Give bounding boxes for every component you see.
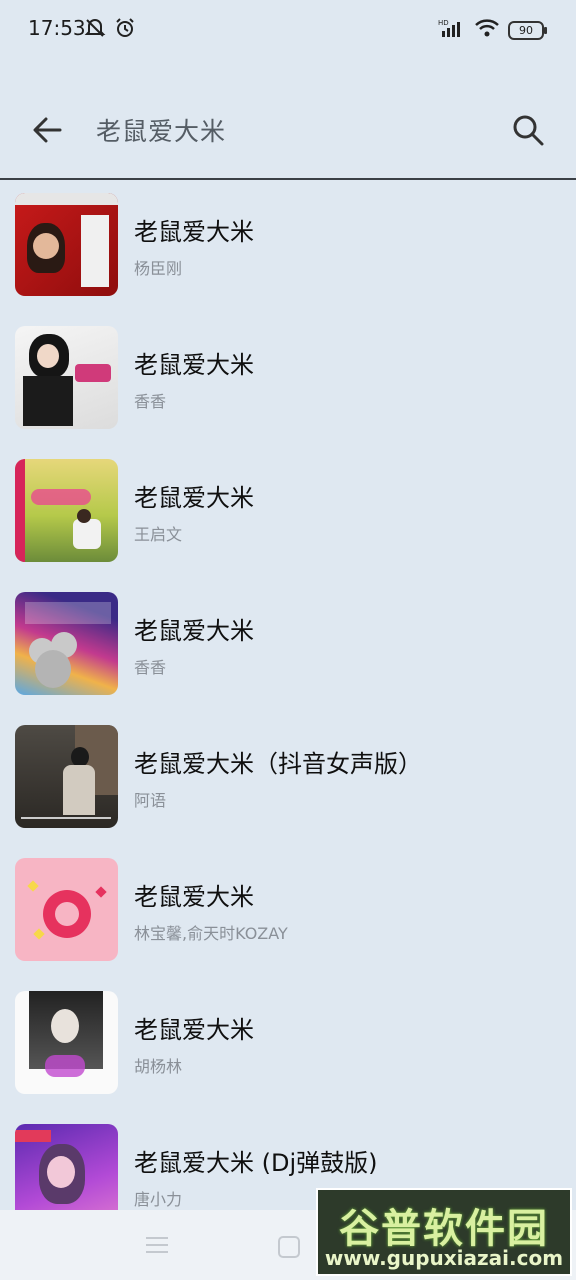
network-badge: HD (438, 19, 449, 27)
back-button[interactable] (30, 112, 66, 148)
menu-icon[interactable] (146, 1236, 168, 1254)
song-row[interactable]: 老鼠爱大米 香香 (0, 313, 576, 445)
song-artist: 阿语 (134, 791, 167, 810)
song-artist: 杨臣刚 (134, 259, 183, 278)
status-bar: 17:53 HD 90 (0, 0, 576, 60)
song-title: 老鼠爱大米 (134, 617, 254, 645)
song-title: 老鼠爱大米 (134, 1016, 254, 1044)
song-artist: 香香 (134, 658, 167, 677)
song-row[interactable]: 老鼠爱大米 林宝馨,俞天时KOZAY (0, 845, 576, 977)
wifi-icon (474, 18, 500, 42)
song-artist: 唐小力 (134, 1190, 183, 1209)
search-input[interactable]: 老鼠爱大米 (96, 112, 226, 148)
song-row[interactable]: 老鼠爱大米 王启文 (0, 446, 576, 578)
song-row[interactable]: 老鼠爱大米 胡杨林 (0, 978, 576, 1110)
song-row[interactable]: 老鼠爱大米 香香 (0, 579, 576, 711)
search-button[interactable] (510, 112, 546, 148)
album-cover (15, 592, 118, 695)
song-row[interactable]: 老鼠爱大米（抖音女声版） 阿语 (0, 712, 576, 844)
album-cover (15, 193, 118, 296)
song-artist: 香香 (134, 392, 167, 411)
album-cover (15, 725, 118, 828)
song-title: 老鼠爱大米（抖音女声版） (134, 750, 422, 778)
signal-icon: HD (438, 18, 466, 42)
song-artist: 林宝馨,俞天时KOZAY (134, 924, 288, 943)
album-cover (15, 991, 118, 1094)
watermark-logo: 谷普软件园 www.gupuxiazai.com (316, 1188, 572, 1276)
home-icon[interactable] (278, 1236, 300, 1258)
song-title: 老鼠爱大米 (134, 484, 254, 512)
song-row[interactable]: 老鼠爱大米 杨臣刚 (0, 180, 576, 312)
song-artist: 王启文 (134, 525, 183, 544)
album-cover (15, 858, 118, 961)
song-title: 老鼠爱大米 (134, 883, 254, 911)
status-time: 17:53 (28, 16, 86, 40)
watermark-url: www.gupuxiazai.com (324, 1246, 564, 1270)
mute-icon (84, 17, 106, 43)
battery-icon: 90 (508, 20, 547, 40)
song-title: 老鼠爱大米 (134, 351, 254, 379)
song-artist: 胡杨林 (134, 1057, 183, 1076)
search-header: 老鼠爱大米 (0, 90, 576, 180)
album-cover (15, 459, 118, 562)
alarm-icon (114, 17, 136, 43)
search-icon (513, 115, 544, 146)
back-arrow-icon (33, 117, 62, 143)
song-title: 老鼠爱大米 (134, 218, 254, 246)
album-cover (15, 326, 118, 429)
song-title: 老鼠爱大米 (Dj弹鼓版) (134, 1149, 378, 1177)
